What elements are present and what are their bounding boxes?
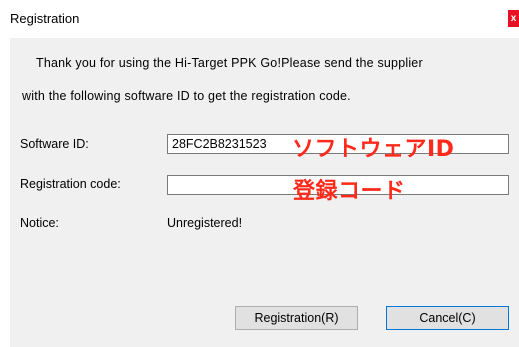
registration-code-label: Registration code: [20, 177, 121, 191]
dialog-body: Thank you for using the Hi-Target PPK Go… [10, 38, 519, 347]
notice-status: Unregistered! [167, 216, 243, 230]
notice-label: Notice: [20, 216, 59, 230]
message-line-1: Thank you for using the Hi-Target PPK Go… [36, 56, 423, 70]
registration-code-annotation: 登録コード [293, 179, 406, 204]
software-id-annotation: ソフトウェアID [292, 137, 455, 162]
close-icon: x [510, 13, 517, 24]
window-title: Registration [10, 11, 80, 26]
software-id-label: Software ID: [20, 137, 89, 151]
registration-dialog: Registration x Thank you for using the H… [0, 0, 519, 347]
close-button[interactable]: x [508, 10, 519, 27]
registration-button[interactable]: Registration(R) [235, 306, 358, 330]
message-line-2: with the following software ID to get th… [22, 89, 351, 103]
cancel-button[interactable]: Cancel(C) [386, 306, 509, 330]
title-bar[interactable]: Registration x [0, 0, 519, 38]
